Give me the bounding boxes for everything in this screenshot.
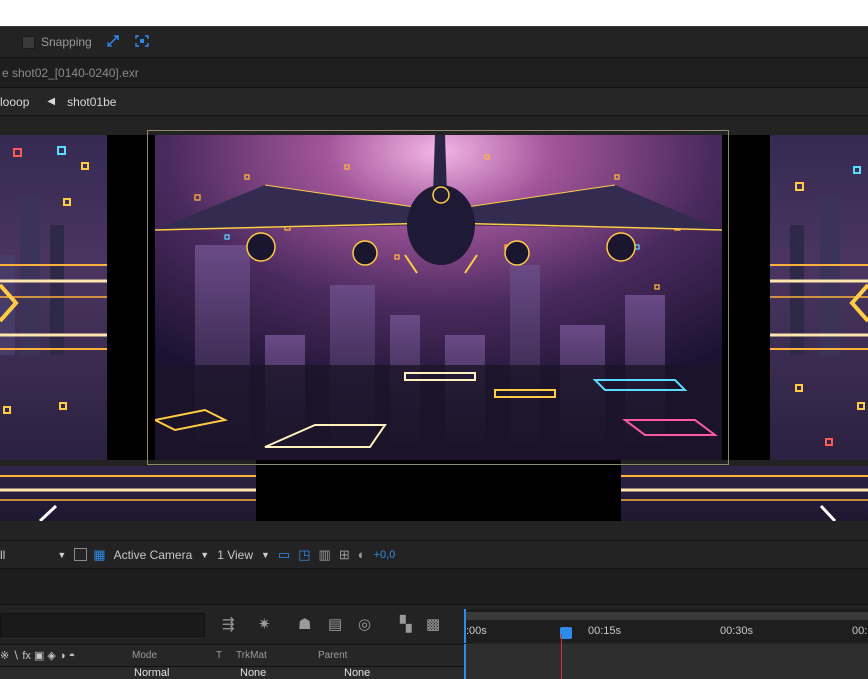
tiled-scene-bottom-right [621, 466, 868, 521]
layer-parent-dropdown[interactable]: None [344, 667, 370, 679]
layer-search-input[interactable] [0, 613, 205, 637]
ruler-label-30: 00:30s [720, 625, 754, 637]
tiled-scene-left [0, 135, 107, 460]
layer-mode-dropdown[interactable]: Normal [134, 667, 169, 679]
work-area-bar[interactable] [466, 612, 868, 620]
snapping-label: Snapping [41, 35, 92, 49]
resolution-dropdown[interactable]: ll [0, 548, 5, 562]
viewer-letterbox-bottom [256, 460, 621, 521]
shy-layers-icon[interactable]: ☗ [298, 615, 311, 633]
time-ruler[interactable]: :00s 00:15s 00:30s 00: [464, 609, 868, 643]
breadcrumb-arrow-icon: ◀ [47, 96, 56, 107]
breadcrumb-item-shot01be[interactable]: shot01be [67, 95, 116, 109]
motion-blur-icon[interactable]: ◎ [358, 615, 371, 633]
viewer-controls-bar: ll ▼ ▦ Active Camera ▼ 1 View ▼ ▭ ◳ ▥ ⊞ … [0, 540, 868, 568]
flowchart-icon[interactable]: ⊞ [339, 547, 350, 563]
region-of-interest-icon[interactable] [74, 548, 88, 561]
comp-marker-icon[interactable]: ▩ [426, 615, 440, 633]
camera-dropdown-arrow-icon[interactable]: ▼ [200, 550, 209, 560]
window-top-margin [0, 0, 868, 26]
fast-preview-icon[interactable]: ◳ [298, 547, 310, 563]
panel-divider [0, 568, 868, 604]
main-toolbar: Snapping [0, 26, 868, 58]
layer-track-area[interactable] [464, 644, 868, 679]
tiled-scene-right [770, 135, 868, 460]
composition-frame[interactable] [155, 135, 722, 460]
view-layout-dropdown[interactable]: 1 View [217, 548, 253, 562]
column-t[interactable]: T [216, 650, 222, 661]
switches-icons: ※ ∖ fx ▣ ◈ ◑ ◓ [0, 650, 76, 662]
pixel-aspect-icon[interactable]: ▭ [278, 547, 290, 563]
footage-tab[interactable]: e shot02_[0140-0240].exr [0, 66, 139, 80]
graph-editor-icon[interactable]: ▚ [400, 615, 412, 633]
ruler-label-15: 00:15s [588, 625, 622, 637]
viewer-letterbox-left [107, 135, 155, 460]
camera-dropdown[interactable]: Active Camera [114, 548, 193, 562]
timeline-header: ⇶ ✷ ☗ ▤ ◎ ▚ ▩ :00s 00:15s 00:30s 00: [0, 604, 868, 644]
snap-expand-icon[interactable] [134, 34, 150, 51]
column-parent[interactable]: Parent [318, 650, 347, 661]
column-trkmat[interactable]: TrkMat [236, 650, 267, 661]
footage-tab-bar: e shot02_[0140-0240].exr [0, 58, 868, 88]
ruler-label-45: 00: [852, 625, 868, 637]
snapping-checkbox[interactable] [22, 35, 35, 49]
transparency-grid-icon[interactable]: ▦ [93, 547, 105, 563]
tiled-scene-bottom-left [0, 466, 256, 521]
breadcrumb: looop ◀ shot01be [0, 88, 868, 116]
breadcrumb-item-looop[interactable]: looop [0, 95, 29, 109]
layer-trkmat-dropdown[interactable]: None [240, 667, 266, 679]
snap-arrow-icon[interactable] [106, 34, 122, 51]
view-layout-dropdown-arrow-icon[interactable]: ▼ [261, 550, 270, 560]
timeline-icon[interactable]: ▥ [319, 547, 331, 563]
resolution-dropdown-arrow-icon[interactable]: ▼ [57, 550, 66, 560]
frame-blending-icon[interactable]: ▤ [328, 615, 342, 633]
column-mode[interactable]: Mode [132, 650, 157, 661]
ruler-label-0: :00s [466, 625, 487, 637]
viewer-letterbox-right [722, 135, 770, 460]
exposure-value[interactable]: +0,0 [374, 549, 396, 561]
current-time-indicator [561, 634, 562, 679]
draft-3d-icon[interactable]: ✷ [258, 615, 271, 633]
composition-viewer[interactable] [0, 116, 868, 540]
compose-icon[interactable]: ⇶ [222, 615, 235, 633]
exposure-icon[interactable]: ◐ [358, 547, 366, 562]
